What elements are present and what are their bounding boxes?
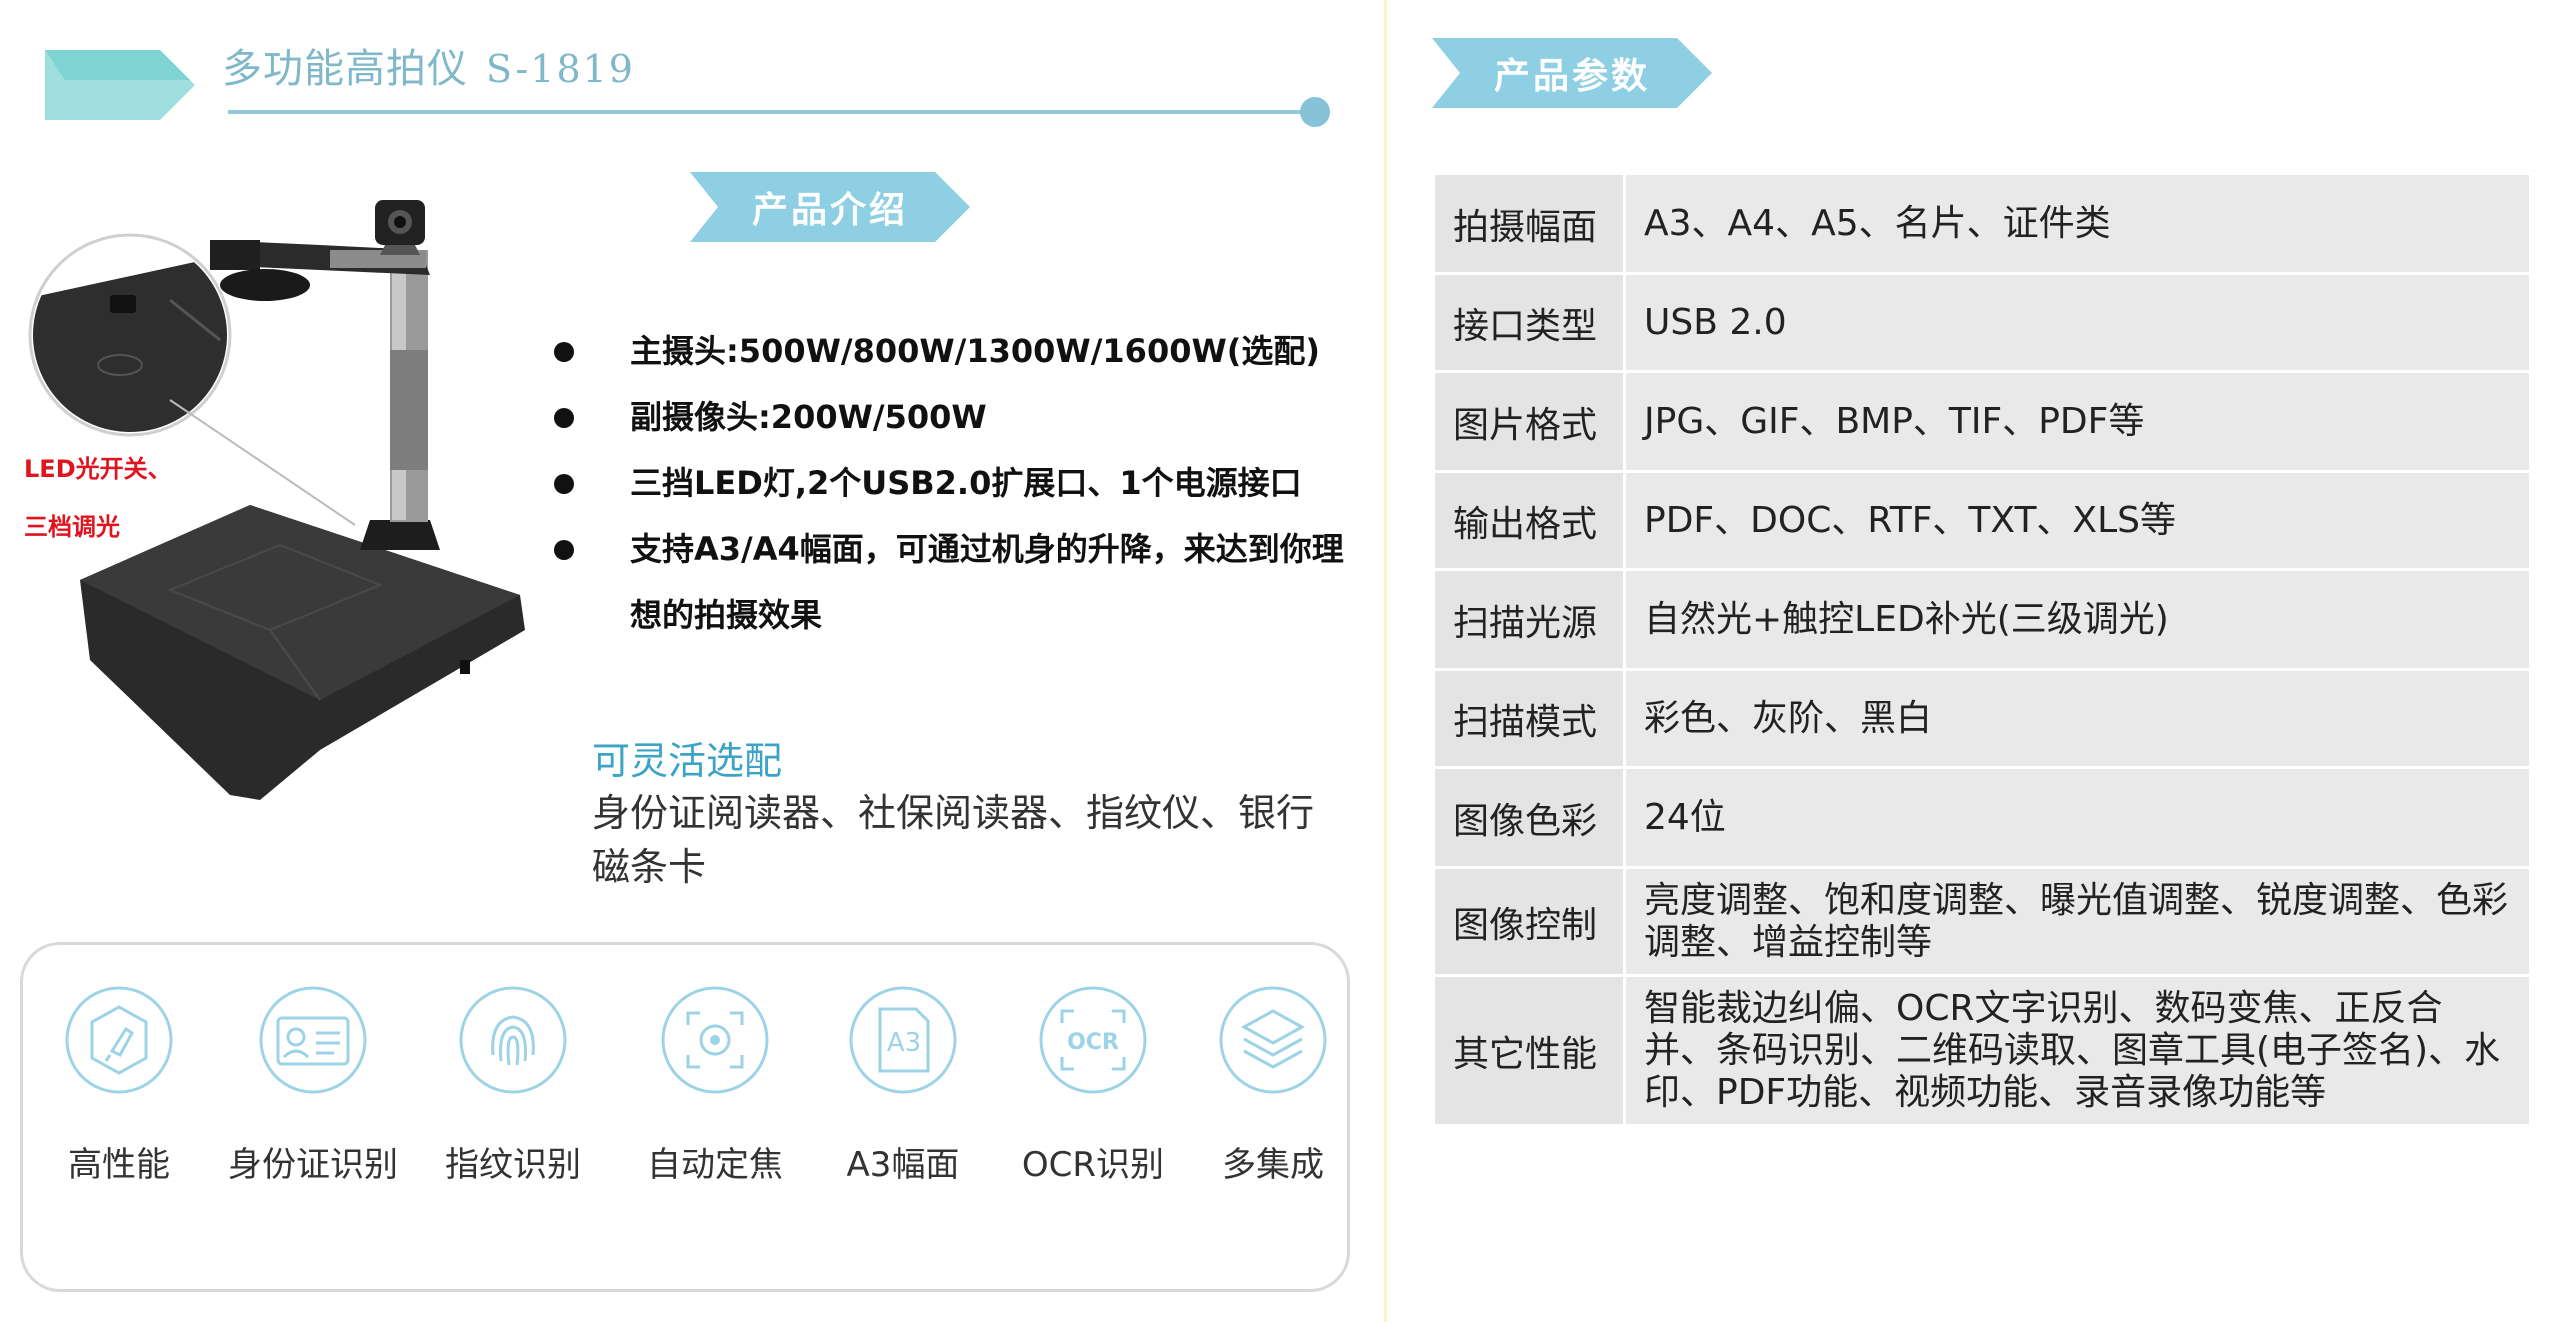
icon-cell-ocr: OCR OCR识别 bbox=[993, 985, 1193, 1186]
table-row: 图像控制 亮度调整、饱和度调整、曝光值调整、锐度调整、色彩调整、增益控制等 bbox=[1432, 866, 2532, 977]
icon-cell-integration: 多集成 bbox=[1173, 985, 1373, 1186]
feature-item: 副摄像头:200W/500W bbox=[550, 384, 1350, 450]
spec-value: A3、A4、A5、名片、证件类 bbox=[1623, 172, 2532, 275]
fingerprint-icon bbox=[459, 986, 567, 1094]
icon-cell-id-card: 身份证识别 bbox=[213, 985, 413, 1186]
spec-value: USB 2.0 bbox=[1623, 272, 2532, 373]
intro-banner: 产品介绍 bbox=[690, 172, 970, 242]
spec-key: 扫描模式 bbox=[1432, 668, 1626, 769]
intro-banner-label: 产品介绍 bbox=[751, 190, 908, 231]
spec-table: 拍摄幅面 A3、A4、A5、名片、证件类 接口类型 USB 2.0 图片格式 J… bbox=[1432, 172, 2532, 1127]
a3-icon-glyph: A3 bbox=[887, 1028, 921, 1058]
icon-label: 指纹识别 bbox=[445, 1145, 581, 1185]
spec-key: 图片格式 bbox=[1432, 370, 1626, 473]
table-row: 图片格式 JPG、GIF、BMP、TIF、PDF等 bbox=[1432, 370, 2532, 473]
icon-label: A3幅面 bbox=[846, 1145, 960, 1185]
title-ribbon-icon bbox=[45, 50, 195, 120]
led-switch-note: LED光开关、 三档调光 bbox=[24, 440, 172, 556]
table-row: 图像色彩 24位 bbox=[1432, 766, 2532, 869]
feature-list: 主摄头:500W/800W/1300W/1600W(选配) 副摄像头:200W/… bbox=[550, 318, 1350, 648]
feature-item: 三挡LED灯,2个USB2.0扩展口、1个电源接口 bbox=[550, 450, 1350, 516]
icon-label: OCR识别 bbox=[1021, 1145, 1165, 1185]
spec-value: 彩色、灰阶、黑白 bbox=[1623, 668, 2532, 769]
spec-value: 智能裁边纠偏、OCR文字识别、数码变焦、正反合并、条码识别、二维码读取、图章工具… bbox=[1623, 974, 2532, 1127]
options-title: 可灵活选配 bbox=[592, 739, 783, 783]
feature-icons-panel: 高性能 身份证识别 指纹识别 自动定焦 A3 A3幅面 OCR OCR识别 多集… bbox=[20, 942, 1350, 1292]
spec-key: 图像控制 bbox=[1432, 866, 1626, 977]
rocket-icon bbox=[65, 986, 173, 1094]
spec-key: 拍摄幅面 bbox=[1432, 172, 1626, 275]
model-number: S-1819 bbox=[486, 47, 635, 91]
spec-key: 扫描光源 bbox=[1432, 568, 1626, 671]
icon-cell-fingerprint: 指纹识别 bbox=[413, 985, 613, 1186]
spec-key: 其它性能 bbox=[1432, 974, 1626, 1127]
column-divider bbox=[1384, 0, 1387, 1322]
spec-key: 接口类型 bbox=[1432, 272, 1626, 373]
icon-cell-performance: 高性能 bbox=[19, 985, 219, 1186]
params-banner-label: 产品参数 bbox=[1493, 56, 1650, 97]
a3-icon: A3 bbox=[849, 986, 957, 1094]
led-note-line2: 三档调光 bbox=[24, 513, 120, 541]
ocr-icon: OCR bbox=[1039, 986, 1147, 1094]
table-row: 拍摄幅面 A3、A4、A5、名片、证件类 bbox=[1432, 172, 2532, 275]
icon-label: 自动定焦 bbox=[647, 1145, 783, 1185]
spec-value: 亮度调整、饱和度调整、曝光值调整、锐度调整、色彩调整、增益控制等 bbox=[1623, 866, 2532, 977]
icon-label: 身份证识别 bbox=[228, 1145, 398, 1185]
spec-key: 输出格式 bbox=[1432, 470, 1626, 571]
table-row: 其它性能 智能裁边纠偏、OCR文字识别、数码变焦、正反合并、条码识别、二维码读取… bbox=[1432, 974, 2532, 1127]
title-underline bbox=[228, 110, 1328, 114]
focus-icon bbox=[661, 986, 769, 1094]
spec-value: JPG、GIF、BMP、TIF、PDF等 bbox=[1623, 370, 2532, 473]
layers-icon bbox=[1219, 986, 1327, 1094]
table-row: 输出格式 PDF、DOC、RTF、TXT、XLS等 bbox=[1432, 470, 2532, 571]
feature-item: 支持A3/A4幅面，可通过机身的升降，来达到你理想的拍摄效果 bbox=[550, 516, 1350, 648]
params-banner: 产品参数 bbox=[1432, 38, 1712, 108]
table-row: 接口类型 USB 2.0 bbox=[1432, 272, 2532, 373]
icon-label: 高性能 bbox=[68, 1145, 170, 1185]
feature-item: 主摄头:500W/800W/1300W/1600W(选配) bbox=[550, 318, 1350, 384]
icon-label: 多集成 bbox=[1222, 1145, 1324, 1185]
title-underline-dot bbox=[1300, 97, 1330, 127]
id-card-icon bbox=[259, 986, 367, 1094]
ocr-icon-glyph: OCR bbox=[1067, 1030, 1119, 1055]
page-title: 多功能高拍仪 S-1819 bbox=[222, 36, 635, 94]
icon-cell-a3: A3 A3幅面 bbox=[803, 985, 1003, 1186]
spec-value: 自然光+触控LED补光(三级调光) bbox=[1623, 568, 2532, 671]
options-text: 身份证阅读器、社保阅读器、指纹仪、银行磁条卡 bbox=[592, 791, 1315, 889]
spec-key: 图像色彩 bbox=[1432, 766, 1626, 869]
page-title-text: 多功能高拍仪 bbox=[222, 46, 468, 92]
spec-value: PDF、DOC、RTF、TXT、XLS等 bbox=[1623, 470, 2532, 571]
spec-value: 24位 bbox=[1623, 766, 2532, 869]
table-row: 扫描光源 自然光+触控LED补光(三级调光) bbox=[1432, 568, 2532, 671]
icon-cell-autofocus: 自动定焦 bbox=[615, 985, 815, 1186]
table-row: 扫描模式 彩色、灰阶、黑白 bbox=[1432, 668, 2532, 769]
led-note-line1: LED光开关、 bbox=[24, 455, 172, 483]
